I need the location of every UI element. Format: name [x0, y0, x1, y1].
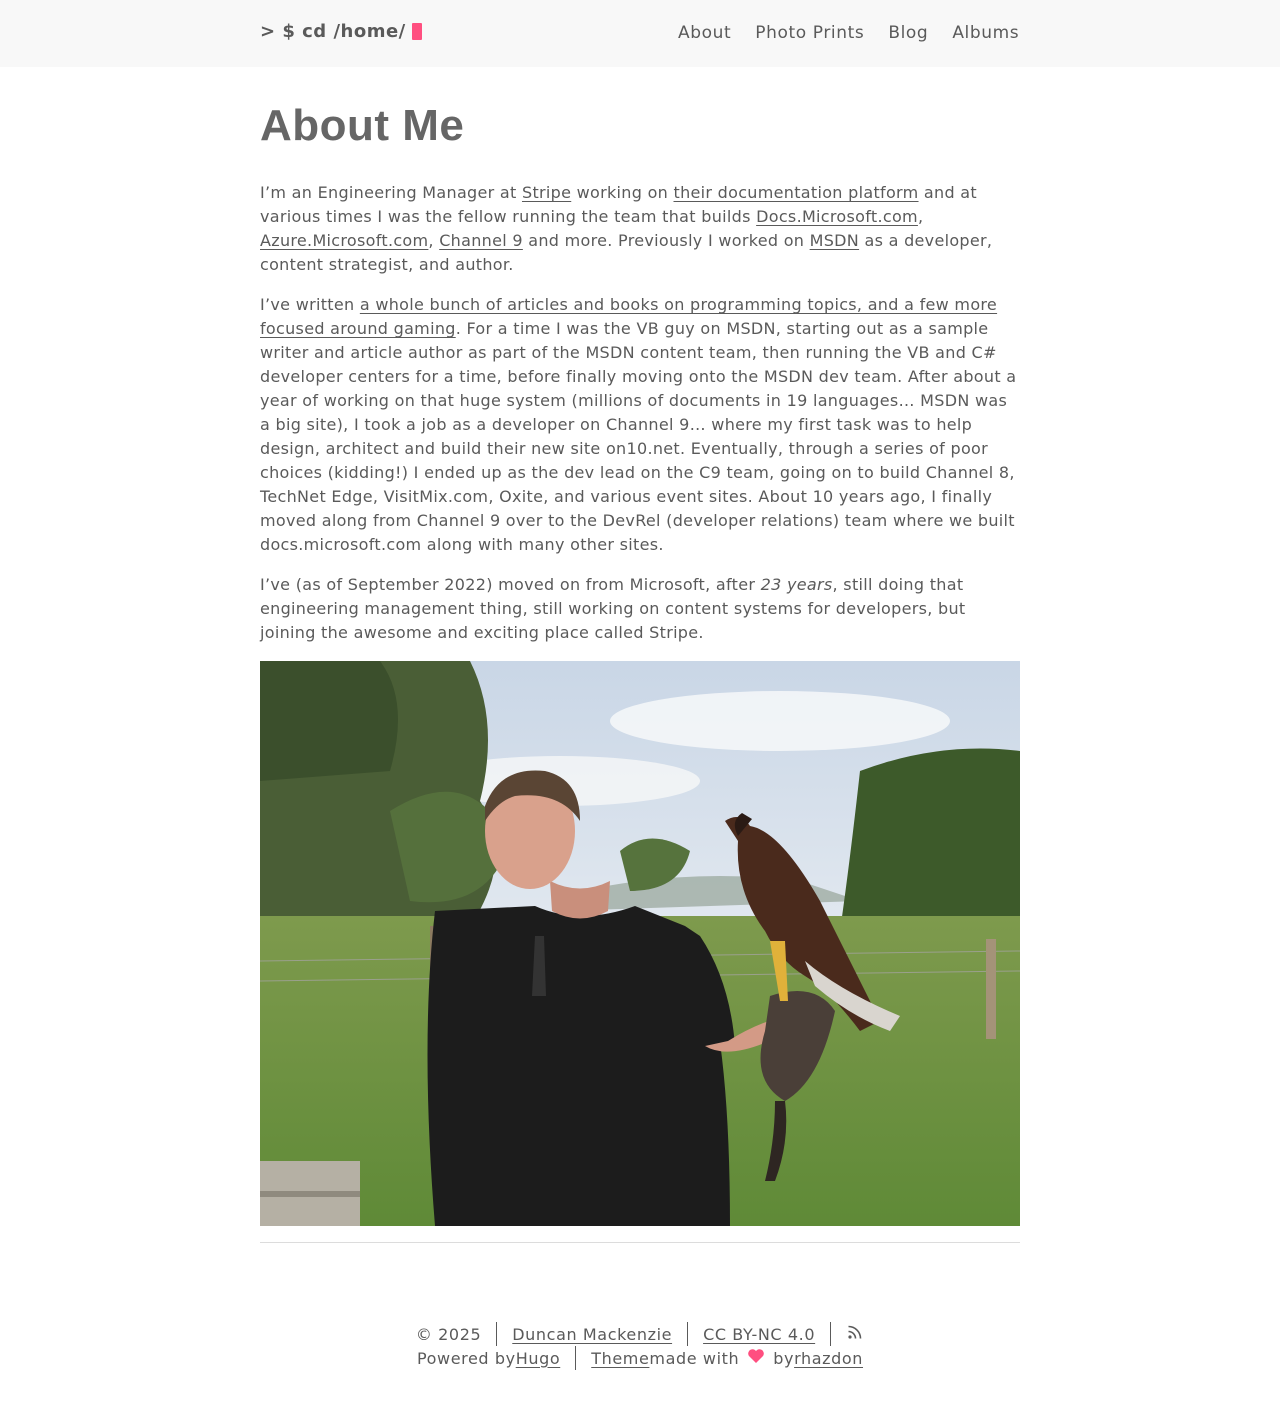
- nav-blog[interactable]: Blog: [888, 23, 928, 43]
- cursor-icon: [411, 23, 422, 40]
- page-title: About Me: [260, 101, 465, 150]
- text-segment: I’ve (as of September 2022) moved on fro…: [260, 575, 761, 594]
- link-channel-9[interactable]: Channel 9: [439, 231, 523, 250]
- site-footer: © 2025 Duncan Mackenzie CC BY-NC 4.0 Pow…: [0, 1322, 1280, 1370]
- footer-row-2: Powered by Hugo Theme made with by rhazd…: [0, 1346, 1280, 1370]
- text-segment: I’ve written: [260, 295, 360, 314]
- rss-icon[interactable]: [846, 1323, 864, 1345]
- current-paragraph: I’ve (as of September 2022) moved on fro…: [260, 573, 1020, 645]
- divider: [496, 1322, 498, 1346]
- divider: [575, 1346, 577, 1370]
- site-header: > $ cd /home/ About Photo Prints Blog Al…: [0, 0, 1280, 67]
- site-logo[interactable]: > $ cd /home/: [260, 21, 422, 42]
- text-segment: I’m an Engineering Manager at: [260, 183, 522, 202]
- link-docs-microsoft[interactable]: Docs.Microsoft.com: [756, 207, 918, 226]
- profile-photo: [260, 661, 1020, 1226]
- rhazdon-link[interactable]: rhazdon: [794, 1349, 863, 1368]
- brand-text[interactable]: > $ cd /home/: [260, 21, 406, 42]
- heart-icon: [747, 1348, 765, 1368]
- divider: [830, 1322, 832, 1346]
- nav-photo-prints[interactable]: Photo Prints: [755, 23, 864, 43]
- text-segment: . For a time I was the VB guy on MSDN, s…: [260, 319, 1017, 554]
- link-doc-platform[interactable]: their documentation platform: [674, 183, 919, 202]
- license-link[interactable]: CC BY-NC 4.0: [703, 1325, 815, 1344]
- main-content: About Me I’m an Engineering Manager at S…: [260, 98, 1020, 645]
- text-segment: and more. Previously I worked on: [522, 231, 810, 250]
- powered-by-text: Powered by: [416, 1348, 516, 1368]
- nav-about[interactable]: About: [678, 23, 731, 43]
- intro-paragraph: I’m an Engineering Manager at Stripe wor…: [260, 181, 1020, 277]
- main-nav: About Photo Prints Blog Albums: [678, 23, 1019, 43]
- divider: [260, 1242, 1020, 1243]
- hugo-link[interactable]: Hugo: [516, 1349, 561, 1368]
- nav-albums[interactable]: Albums: [952, 23, 1019, 43]
- link-msdn[interactable]: MSDN: [810, 231, 859, 250]
- divider: [687, 1322, 689, 1346]
- by-text: by: [773, 1348, 795, 1368]
- text-segment: ,: [428, 231, 440, 250]
- text-segment: working on: [571, 183, 674, 202]
- copyright: © 2025: [415, 1324, 482, 1344]
- text-segment: ,: [917, 207, 924, 226]
- made-with-text: made with: [649, 1348, 740, 1368]
- footer-row-1: © 2025 Duncan Mackenzie CC BY-NC 4.0: [0, 1322, 1280, 1346]
- theme-link[interactable]: Theme: [591, 1349, 649, 1368]
- history-paragraph: I’ve written a whole bunch of articles a…: [260, 293, 1020, 557]
- link-stripe[interactable]: Stripe: [522, 183, 571, 202]
- emphasis-years: 23 years: [760, 575, 833, 594]
- link-azure-microsoft[interactable]: Azure.Microsoft.com: [260, 231, 428, 250]
- author-link[interactable]: Duncan Mackenzie: [512, 1325, 672, 1344]
